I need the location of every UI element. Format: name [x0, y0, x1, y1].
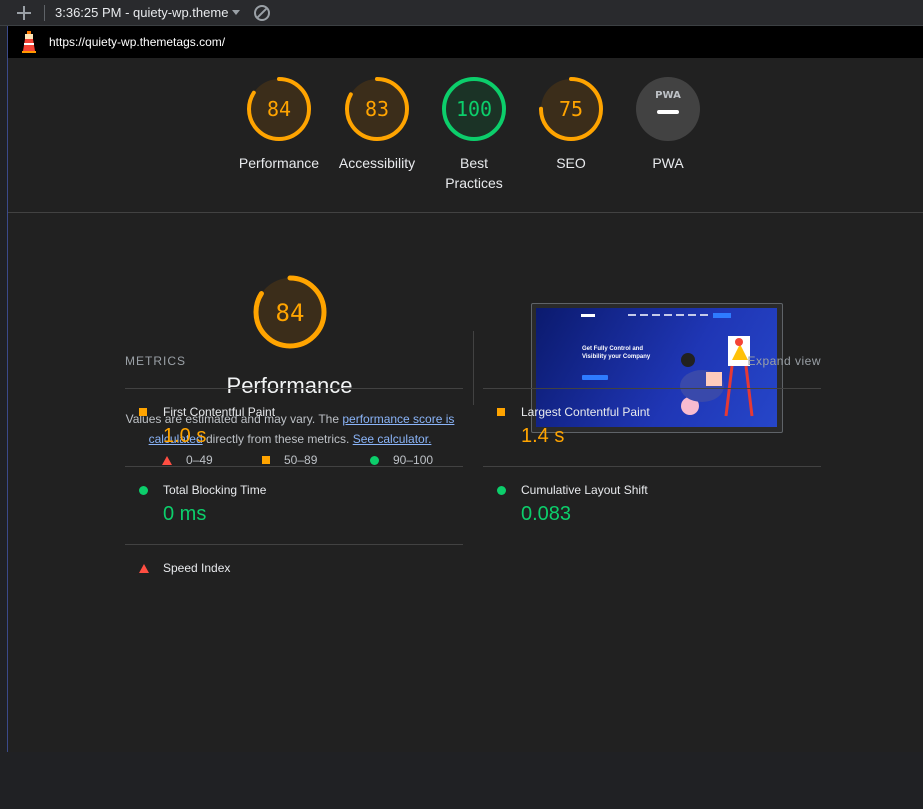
metric-cls-name: Cumulative Layout Shift	[521, 483, 648, 497]
gauge-seo-score: 75	[559, 97, 583, 121]
metrics-heading: METRICS	[125, 354, 186, 368]
pwa-badge-icon: PWA	[636, 77, 700, 141]
gauge-seo[interactable]: 75 SEO	[521, 76, 621, 173]
url-bar: https://quiety-wp.themetags.com/	[8, 26, 923, 58]
screenshot-nav	[581, 313, 731, 318]
gauge-seo-label: SEO	[556, 155, 586, 171]
report-url[interactable]: https://quiety-wp.themetags.com/	[49, 35, 225, 49]
gauge-performance[interactable]: 84 Performance	[229, 76, 329, 173]
new-report-icon[interactable]	[16, 5, 32, 21]
metric-fcp-name: First Contentful Paint	[163, 405, 276, 419]
metric-si-name: Speed Index	[163, 561, 231, 575]
gauge-accessibility-ring: 83	[345, 77, 409, 141]
metric-lcp-name: Largest Contentful Paint	[521, 405, 650, 419]
expand-view-button[interactable]: Expand view	[747, 354, 821, 368]
report-selector[interactable]: 3:36:25 PM - quiety-wp.theme	[55, 5, 241, 20]
metric-si[interactable]: Speed Index	[125, 544, 463, 622]
performance-big-score: 84	[276, 299, 305, 327]
square-icon	[497, 408, 505, 416]
circle-icon	[497, 486, 506, 495]
gauge-pwa-label: PWA	[652, 155, 684, 171]
gauge-performance-score: 84	[267, 97, 291, 121]
circle-icon	[139, 486, 148, 495]
metric-cls-value: 0.083	[521, 503, 572, 525]
lighthouse-report: https://quiety-wp.themetags.com/ 84 Perf…	[7, 26, 923, 752]
score-gauges: 84 Performance 83 Accessibility 100 Best…	[8, 58, 923, 213]
metrics-header: METRICS Expand view	[125, 346, 821, 376]
metric-tbt-value: 0 ms	[163, 503, 207, 525]
chevron-down-icon	[232, 10, 241, 15]
gauge-accessibility-label: Accessibility	[338, 155, 416, 171]
devtools-toolbar: 3:36:25 PM - quiety-wp.theme	[0, 0, 923, 26]
clear-icon[interactable]	[254, 4, 271, 21]
gauge-best-practices[interactable]: 100 Best Practices	[424, 76, 524, 193]
metric-lcp-value: 1.4 s	[521, 425, 565, 447]
gauge-performance-ring: 84	[247, 77, 311, 141]
metric-cls[interactable]: Cumulative Layout Shift 0.083	[483, 466, 821, 544]
performance-big-gauge: 84	[253, 275, 327, 349]
gauge-accessibility-score: 83	[365, 97, 389, 121]
metric-lcp[interactable]: Largest Contentful Paint 1.4 s	[483, 388, 821, 466]
triangle-icon	[139, 564, 149, 573]
metric-tbt[interactable]: Total Blocking Time 0 ms	[125, 466, 463, 544]
pwa-badge-text: PWA	[655, 90, 681, 101]
metric-tbt-name: Total Blocking Time	[163, 483, 267, 497]
toolbar-divider	[44, 4, 45, 21]
gauge-pwa[interactable]: PWA PWA	[618, 76, 718, 173]
gauge-best-practices-ring: 100	[442, 77, 506, 141]
gauge-seo-ring: 75	[539, 77, 603, 141]
metric-fcp-value: 1.0 s	[163, 425, 207, 447]
metrics-section: METRICS Expand view First Contentful Pai…	[125, 346, 821, 575]
lighthouse-logo-icon	[22, 31, 36, 53]
gauge-best-practices-label: Best Practices	[445, 155, 503, 191]
square-icon	[139, 408, 147, 416]
gauge-performance-label: Performance	[238, 155, 320, 171]
report-selector-label: 3:36:25 PM - quiety-wp.theme	[55, 5, 229, 20]
gauge-best-practices-score: 100	[456, 97, 492, 121]
gauge-accessibility[interactable]: 83 Accessibility	[327, 76, 427, 173]
metric-fcp[interactable]: First Contentful Paint 1.0 s	[125, 388, 463, 466]
